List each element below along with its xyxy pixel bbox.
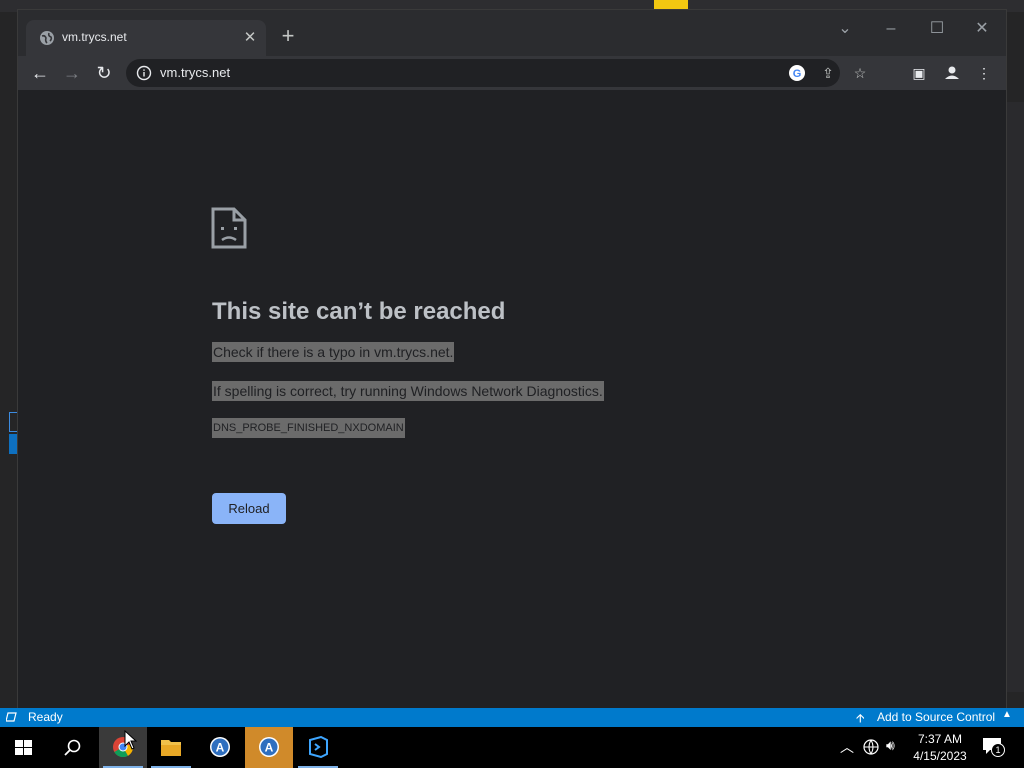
browser-toolbar: ← → ↻ vm.trycs.net G ⇪ ☆ ▣ ⋮ [18,56,1006,90]
add-to-source-control[interactable]: Add to Source Control [877,710,995,724]
back-button[interactable]: ← [26,59,54,87]
menu-kebab-icon[interactable]: ⋮ [973,62,995,84]
show-hidden-icons-icon[interactable]: ︿ [840,737,854,757]
tab-title: vm.trycs.net [62,30,127,44]
svg-text:A: A [216,741,225,755]
clock-date: 4/15/2023 [913,749,967,763]
system-clock[interactable]: 7:37 AM 4/15/2023 [910,731,970,765]
refresh-button[interactable]: ↻ [90,59,118,87]
app-a-icon: A [210,737,230,757]
folder-icon [161,740,181,756]
tab-strip: vm.trycs.net ✕ + ⌄ – ☐ ✕ [18,10,1006,56]
reload-button[interactable]: Reload [212,493,286,524]
volume-icon[interactable]: 🔊︎ [886,737,895,754]
side-panel-icon[interactable]: ▣ [908,62,930,84]
background-app-right-panel [1006,12,1024,710]
globe-icon [40,31,54,45]
notification-center-button[interactable]: 1 [982,737,1006,759]
error-diagnostics-hint[interactable]: If spelling is correct, try running Wind… [212,381,604,401]
app-a-icon: A [259,737,279,757]
error-typo-hint: Check if there is a typo in vm.trycs.net… [212,342,455,362]
profile-icon[interactable] [941,62,963,84]
visual-studio-icon [309,736,328,758]
address-bar[interactable]: vm.trycs.net G ⇪ ☆ [126,59,866,87]
sad-document-icon [211,207,247,249]
mouse-cursor-icon [124,730,138,750]
error-code: DNS_PROBE_FINISHED_NXDOMAIN [212,418,405,438]
taskbar: A A ︿ 🔊︎ 7:37 AM 4/15/2023 1 [0,727,1024,768]
taskbar-chrome[interactable] [99,727,147,768]
info-icon[interactable] [136,65,152,81]
search-button[interactable] [48,727,96,768]
error-page: This site can’t be reached Check if ther… [18,90,1006,710]
ready-icon [6,712,17,722]
taskbar-visual-studio[interactable] [294,727,342,768]
browser-window: vm.trycs.net ✕ + ⌄ – ☐ ✕ ← → ↻ vm.trycs.… [18,10,1006,710]
clock-time: 7:37 AM [917,732,963,746]
new-tab-button[interactable]: + [276,25,300,49]
background-app-scrollbar [1006,102,1024,692]
background-app-highlight [9,434,18,454]
maximize-button[interactable]: ☐ [917,14,957,44]
taskbar-file-explorer[interactable] [147,727,195,768]
minimize-button[interactable]: – [871,14,911,44]
error-title: This site can’t be reached [212,298,506,325]
search-icon [64,739,81,756]
source-control-caret-icon[interactable]: ▲ [1002,709,1012,720]
background-app-badge [654,0,688,10]
close-window-button[interactable]: ✕ [962,14,1002,44]
taskbar-app-installer-active[interactable]: A [245,727,293,768]
tab-close-icon[interactable]: ✕ [242,29,258,47]
google-icon[interactable]: G [787,63,807,83]
windows-logo-icon [15,740,32,755]
svg-text:A: A [265,741,274,755]
network-icon[interactable] [863,739,879,755]
bookmark-star-icon[interactable]: ☆ [850,63,870,83]
taskbar-app-installer[interactable]: A [196,727,244,768]
tab-search-icon[interactable]: ⌄ [825,14,865,44]
notification-count-badge: 1 [991,743,1005,757]
browser-tab[interactable]: vm.trycs.net ✕ [26,20,266,56]
address-url: vm.trycs.net [160,65,231,80]
background-app-selection [9,412,18,432]
status-bar: Ready 🡩 Add to Source Control ▲ [0,708,1024,727]
svg-text:G: G [793,68,802,80]
share-icon[interactable]: ⇪ [818,63,838,83]
status-ready: Ready [28,710,63,724]
start-button[interactable] [0,727,48,768]
background-app-left-panel [0,12,18,710]
forward-button[interactable]: → [58,59,86,87]
